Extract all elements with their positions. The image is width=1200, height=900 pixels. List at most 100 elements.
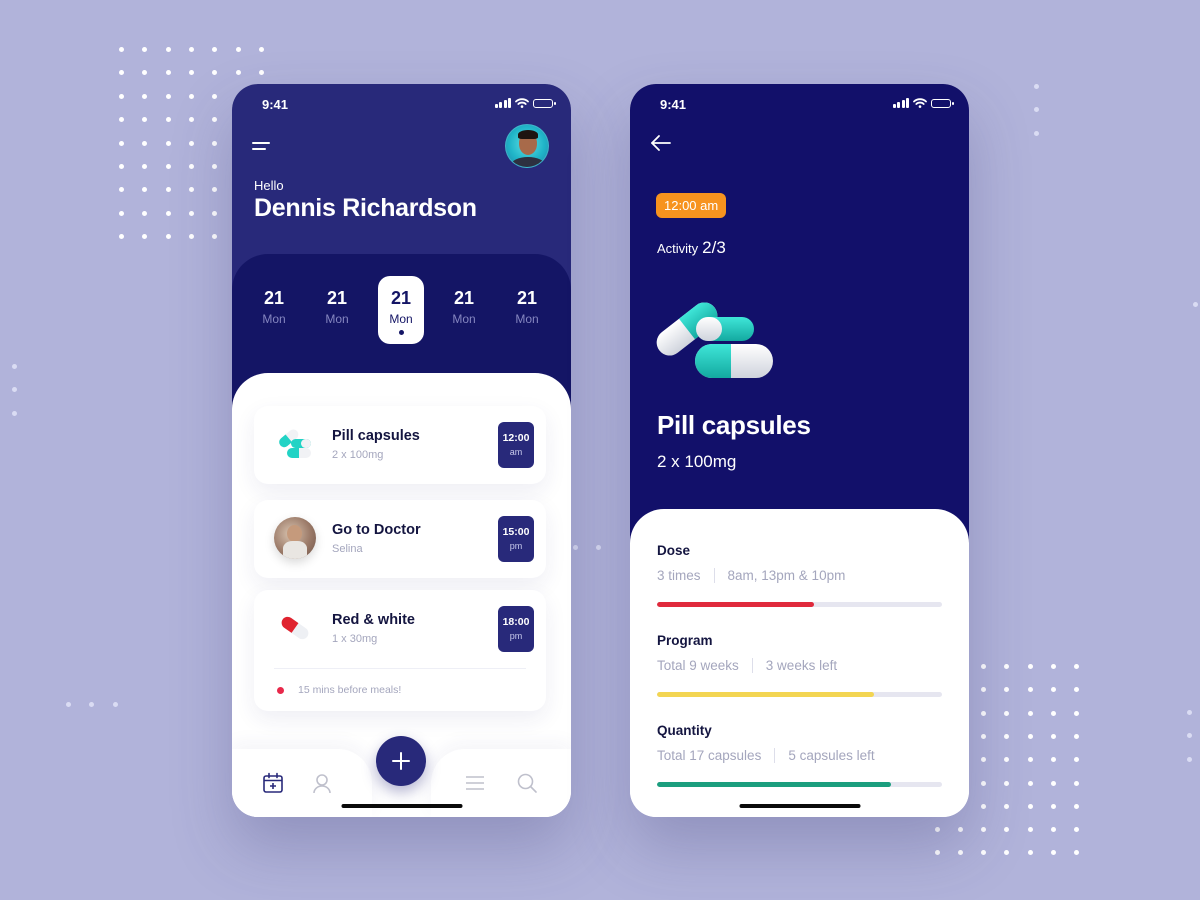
section-title: Quantity [657,723,712,738]
section-left-text: Total 17 capsules [657,748,762,763]
quantity-progress-fill [657,782,891,787]
background-dot [212,233,218,239]
background-dot [165,187,171,193]
date-item-selected[interactable]: 21 Mon [378,276,424,344]
background-dot [1004,664,1010,669]
list-icon[interactable] [463,771,487,795]
background-dot [981,780,986,786]
medication-dosage: 2 x 100mg [657,452,737,471]
background-dot [142,94,148,99]
background-dot [1074,733,1080,739]
background-dot [1004,733,1010,739]
progress-track [657,602,942,607]
menu-icon[interactable] [252,142,274,156]
background-dot [1074,687,1080,693]
background-dot [1027,757,1033,763]
background-dot [212,140,218,146]
background-dot [1187,756,1192,762]
task-subtitle: 2 x 100mg [332,449,384,461]
section-left-text: 3 times [657,568,701,583]
battery-icon [931,98,954,108]
date-item[interactable]: 21 Mon [314,276,360,344]
background-dot [212,70,218,76]
doctor-avatar [274,517,316,559]
background-dot [981,803,986,809]
task-card[interactable]: Go to Doctor Selina 15:00 pm [254,500,546,578]
time-badge: 15:00 pm [498,516,534,562]
background-dot [66,702,71,707]
date-item[interactable]: 21 Mon [504,276,550,344]
task-card[interactable]: Red & white 1 x 30mg 18:00 pm 15 mins be… [254,590,546,711]
greeting-label: Hello [254,178,284,193]
background-dot [1074,710,1080,716]
background-dot [188,140,194,146]
date-weekday: Mon [262,312,286,326]
capsules-icon [279,429,311,458]
background-dot [142,233,148,239]
background-dot [981,733,986,739]
background-dot [165,140,171,146]
background-dot [212,187,218,193]
date-item[interactable]: 21 Mon [441,276,487,344]
signal-icon [494,98,511,108]
wifi-icon [913,98,927,108]
background-dot [1027,733,1033,739]
background-dot [981,687,986,693]
calendar-icon[interactable] [261,771,285,795]
status-bar: 9:41 [630,96,969,112]
detail-header: 9:41 12:00 am Activity 2/3 Pill capsules… [630,84,969,544]
task-card[interactable]: Pill capsules 2 x 100mg 12:00 am [254,406,546,484]
background-dot [981,710,986,716]
activity-label: Activity [657,241,699,256]
background-dot [258,47,264,52]
signal-icon [892,98,909,108]
background-dot [1050,850,1056,856]
background-dot [165,210,171,216]
alert-dot-icon [277,687,284,694]
background-dot [1050,687,1056,693]
background-dot [188,233,194,239]
background-dot [119,233,124,239]
background-dot [1027,803,1033,809]
background-dot [142,117,148,123]
section-title: Dose [657,543,691,558]
background-dot [12,364,17,369]
background-dot [119,94,124,99]
background-dot [1027,687,1033,693]
profile-icon[interactable] [310,771,334,795]
background-dot [188,117,194,123]
background-dot [235,70,241,76]
search-icon[interactable] [515,771,539,795]
user-avatar[interactable] [505,124,549,168]
status-time: 9:41 [660,97,687,112]
add-button[interactable] [376,736,426,786]
time-value: 18:00 [502,616,530,628]
quantity-section: Quantity Total 17 capsules 5 capsules le… [657,723,942,787]
red-pill-icon [281,616,309,640]
background-dot [1050,664,1056,669]
background-dot [573,545,578,550]
back-arrow-icon[interactable] [650,134,672,152]
background-dot [188,187,194,193]
background-dot [1034,130,1039,136]
background-dot [958,827,964,832]
background-dot [1074,757,1080,763]
background-dot [142,140,148,146]
background-dot [958,850,964,856]
background-dot [1193,302,1198,307]
background-dot [1050,827,1056,832]
background-dot [188,47,194,52]
background-dot [1187,710,1192,715]
task-title: Pill capsules [332,428,420,444]
date-item[interactable]: 21 Mon [251,276,297,344]
separator [713,568,715,583]
background-dot [112,702,118,707]
background-dot [165,163,171,169]
background-dot [1004,803,1010,809]
background-dot [1034,84,1039,89]
background-dot [165,94,171,99]
background-dot [119,163,124,169]
background-dot [119,187,124,193]
background-dot [981,664,986,669]
background-dot [165,47,171,52]
